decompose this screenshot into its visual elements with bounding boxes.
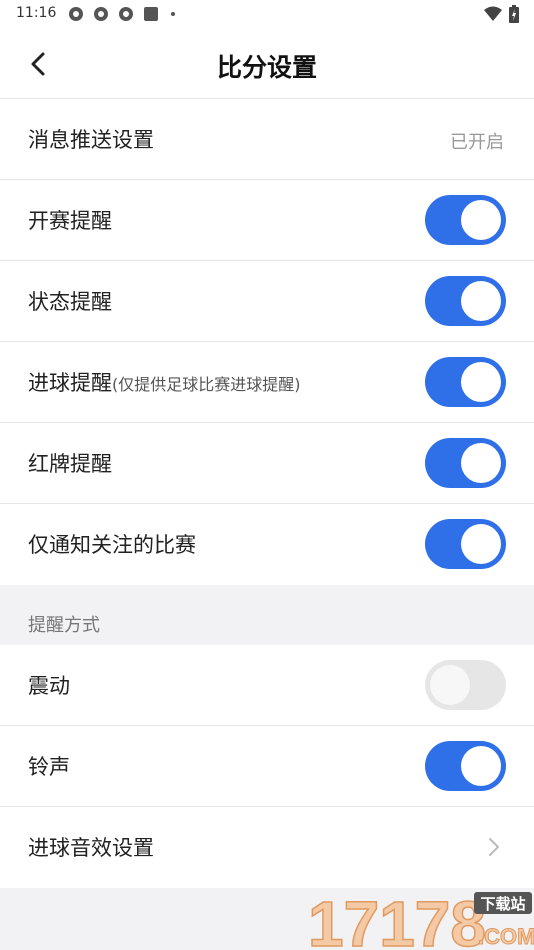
chevron-right-icon xyxy=(489,838,499,856)
reminder-method-group: 震动 铃声 进球音效设置 xyxy=(0,645,534,888)
setting-row-goal: 进球提醒(仅提供足球比赛进球提醒) xyxy=(0,342,534,423)
site-watermark-logo: 17178 下载站 .COM xyxy=(308,888,534,950)
goal-reminder-toggle[interactable] xyxy=(425,357,506,407)
app-notification-icon xyxy=(119,7,133,21)
goal-sound-settings-row[interactable]: 进球音效设置 xyxy=(0,807,534,888)
followed-only-toggle[interactable] xyxy=(425,519,506,569)
reminder-method-section-title: 提醒方式 xyxy=(28,615,100,636)
setting-row-status: 状态提醒 xyxy=(0,261,534,342)
ringtone-toggle[interactable] xyxy=(425,741,506,791)
setting-row-followed-only: 仅通知关注的比赛 xyxy=(0,504,534,585)
status-reminder-label: 状态提醒 xyxy=(28,290,112,314)
app-header: 比分设置 xyxy=(0,28,534,99)
toggle-knob xyxy=(430,665,470,705)
toggle-knob xyxy=(461,200,501,240)
push-settings-status: 已开启 xyxy=(450,132,504,153)
status-reminder-toggle[interactable] xyxy=(425,276,506,326)
toggle-knob xyxy=(461,746,501,786)
watermark-number: 17178 xyxy=(308,888,486,950)
goal-sound-settings-label: 进球音效设置 xyxy=(28,836,154,860)
toggle-knob xyxy=(461,281,501,321)
app-notification-icon xyxy=(69,7,83,21)
push-settings-row[interactable]: 消息推送设置 已开启 xyxy=(0,99,534,180)
vibrate-toggle[interactable] xyxy=(425,660,506,710)
vibrate-label: 震动 xyxy=(28,674,70,698)
app-notification-icon xyxy=(94,7,108,21)
toggle-knob xyxy=(461,443,501,483)
match-start-reminder-toggle[interactable] xyxy=(425,195,506,245)
watermark-badge: 下载站 xyxy=(480,895,525,913)
square-notification-icon xyxy=(144,7,158,21)
setting-row-ringtone: 铃声 xyxy=(0,726,534,807)
ringtone-label: 铃声 xyxy=(28,755,70,779)
push-settings-label: 消息推送设置 xyxy=(28,128,154,152)
goal-reminder-title: 进球提醒 xyxy=(28,371,112,395)
red-card-reminder-toggle[interactable] xyxy=(425,438,506,488)
goal-reminder-label: 进球提醒(仅提供足球比赛进球提醒) xyxy=(28,367,301,397)
page-title: 比分设置 xyxy=(216,53,317,82)
more-notifications-dot xyxy=(171,12,175,16)
status-bar: 11:16 xyxy=(0,0,534,28)
toggle-knob xyxy=(461,362,501,402)
match-start-reminder-label: 开赛提醒 xyxy=(28,209,112,233)
red-card-reminder-label: 红牌提醒 xyxy=(28,452,112,476)
battery-charging-icon xyxy=(509,5,519,23)
push-settings-group: 消息推送设置 已开启 开赛提醒 状态提醒 进球提醒(仅提供足球比赛进球提醒) 红… xyxy=(0,99,534,585)
setting-row-red-card: 红牌提醒 xyxy=(0,423,534,504)
followed-only-label: 仅通知关注的比赛 xyxy=(28,533,196,557)
goal-reminder-note: (仅提供足球比赛进球提醒) xyxy=(112,375,301,394)
watermark-suffix: .COM xyxy=(478,924,534,949)
toggle-knob xyxy=(461,524,501,564)
wifi-icon xyxy=(484,6,502,21)
setting-row-match-start: 开赛提醒 xyxy=(0,180,534,261)
setting-row-vibrate: 震动 xyxy=(0,645,534,726)
status-time: 11:16 xyxy=(16,5,57,21)
